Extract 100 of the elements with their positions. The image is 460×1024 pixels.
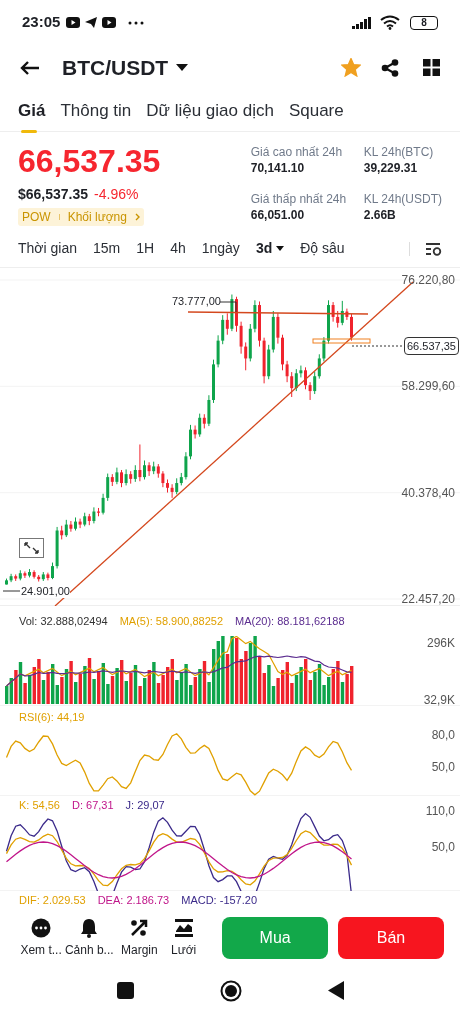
star-icon[interactable] [341, 58, 361, 77]
candlestick [340, 300, 344, 326]
indicator-legend: MA(5): 58.900,88252 [119, 614, 224, 628]
interval-option[interactable]: 1H [136, 238, 155, 259]
toolbar-action[interactable]: Xem t... [18, 917, 65, 959]
back-icon[interactable] [20, 59, 40, 76]
indicator-legend: J: 29,07 [125, 798, 165, 812]
stat-value: 39,229.31 [363, 160, 419, 176]
axis-label: 50,0 [431, 759, 455, 776]
percent-icon [129, 917, 150, 938]
tab[interactable]: Thông tin [60, 98, 132, 130]
candlestick [198, 413, 202, 438]
candlestick [299, 365, 303, 378]
interval-option[interactable]: Độ sâu [300, 238, 345, 259]
battery-indicator: 8 [410, 15, 438, 30]
support-zone [312, 338, 371, 344]
candlestick [147, 461, 151, 477]
grid-menu-icon[interactable] [423, 59, 440, 76]
axis-label: 80,0 [431, 727, 455, 744]
grid-chart-icon [173, 917, 194, 938]
indicator-legend: MA(20): 88.181,62188 [235, 614, 345, 628]
interval-option[interactable]: 1ngày [201, 238, 240, 259]
stat-value: 70,141.10 [250, 160, 306, 176]
indicator-legend: DIF: 2.029.53 [19, 893, 86, 907]
tag-label: POW [22, 209, 51, 226]
interval-option[interactable]: 4h [170, 238, 186, 259]
candlestick [294, 368, 298, 392]
stat-label: KL 24h(USDT) [363, 191, 442, 207]
axis-label: 22.457,20 [401, 592, 455, 606]
leader-line [219, 301, 237, 313]
leader-line [2, 590, 21, 592]
candlestick [69, 520, 73, 533]
share-icon[interactable] [381, 58, 399, 77]
axis-label: 296K [426, 635, 455, 652]
stat-value: 2.66B [363, 207, 397, 223]
axis-label: 76.220,80 [401, 273, 455, 287]
stat-value: 66,051.00 [250, 207, 306, 223]
axis-label: 40.378,40 [401, 485, 455, 500]
candlestick [290, 371, 294, 398]
caret-icon[interactable] [176, 63, 189, 72]
candlestick [101, 493, 105, 515]
candlestick [9, 573, 13, 583]
candlestick [138, 443, 142, 482]
indicator-legend: D: 67,31 [72, 798, 114, 812]
caret-icon [276, 245, 285, 252]
axis-label: 58.299,60 [401, 379, 455, 394]
candlestick [207, 394, 211, 427]
candlestick [170, 483, 174, 499]
candlestick [313, 371, 317, 395]
candlestick [106, 473, 110, 502]
indicator-legend: RSI(6): 44,19 [19, 710, 85, 724]
fiat-price: $66,537.35 [18, 185, 89, 204]
stat-label: KL 24h(BTC) [363, 144, 435, 160]
candlestick [184, 451, 188, 480]
interval-option[interactable]: 3d [255, 238, 285, 259]
candlestick [350, 313, 353, 342]
signal-icon [352, 16, 372, 29]
candlestick [239, 321, 243, 355]
candlestick [308, 381, 312, 401]
last-price-tag: 66.537,35 [404, 337, 459, 355]
stat-label: Giá thấp nhất 24h [250, 191, 348, 207]
toolbar-action[interactable]: Margin [114, 917, 165, 959]
back-nav-icon[interactable] [327, 981, 344, 1000]
tab[interactable]: Giá [18, 98, 46, 130]
candlestick [221, 314, 225, 345]
candlestick [285, 360, 289, 383]
tab[interactable]: Square [288, 98, 344, 130]
axis-label: 32,9K [423, 692, 455, 709]
candlestick [78, 518, 82, 529]
candlestick [143, 460, 146, 480]
candlestick [317, 353, 321, 380]
video-app-icon [102, 16, 117, 29]
candlestick [276, 312, 280, 345]
wifi-icon [380, 15, 400, 30]
expand-icon[interactable] [19, 538, 44, 558]
status-time: 23:05 [22, 12, 61, 33]
recent-apps-icon[interactable] [116, 982, 134, 999]
tab[interactable]: Dữ liệu giao dịch [146, 98, 274, 130]
chart-settings-icon[interactable] [426, 241, 442, 256]
home-icon[interactable] [219, 979, 242, 1002]
more-icon [31, 917, 52, 938]
indicator-legend: DEA: 2.186.73 [97, 893, 170, 907]
candlestick [216, 334, 220, 368]
pair-title[interactable]: BTC/USDT [62, 51, 169, 84]
low-price-label: 24.901,00 [21, 584, 70, 598]
last-price: 66,537.35 [18, 142, 162, 180]
toolbar-action[interactable]: Lưới [164, 917, 203, 959]
candlestick [244, 341, 248, 371]
high-price-label: 73.777,00 [172, 294, 221, 308]
toolbar-action[interactable]: Cảnh b... [64, 917, 115, 959]
candlestick [23, 570, 27, 579]
candlestick [32, 569, 36, 580]
price-change: -4.96% [94, 185, 139, 204]
interval-option[interactable]: Thời gian [18, 238, 77, 259]
indicator-legend: Vol: 32.888,02494 [19, 614, 108, 628]
more-icon [128, 20, 145, 25]
stat-label: Giá cao nhất 24h [250, 144, 344, 160]
interval-option[interactable]: 15m [93, 238, 121, 259]
bell-icon [79, 917, 100, 938]
sell-button[interactable]: Bán [338, 917, 444, 959]
